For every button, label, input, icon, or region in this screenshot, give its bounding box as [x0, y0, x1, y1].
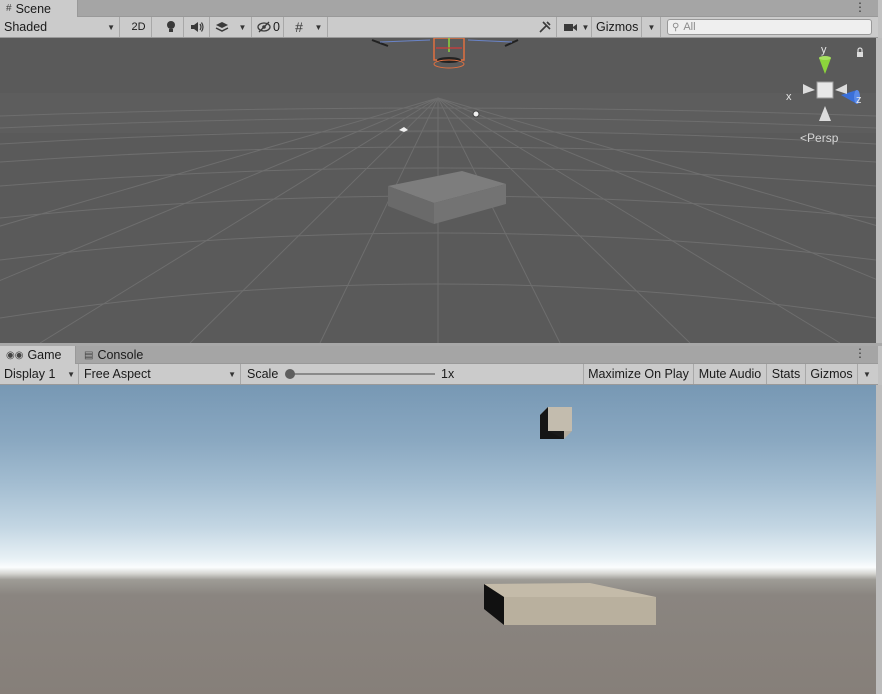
chevron-down-icon: ▼ [581, 22, 590, 32]
chevron-down-icon: ▼ [107, 22, 115, 32]
projection-toggle[interactable]: <Persp [800, 131, 838, 145]
camera-dropdown[interactable]: ▼ [580, 17, 592, 37]
chevron-down-icon: ▼ [238, 22, 247, 32]
game-gizmos-toggle[interactable]: Gizmos [806, 364, 858, 384]
scene-toolbar: Shaded ▼ 2D ▼ 0 # ▼ ▼ Gizmos ▼ ⚲ All [0, 17, 878, 38]
gizmo-y-label: y [821, 44, 827, 56]
speaker-icon [190, 22, 204, 32]
scale-slider-track[interactable] [289, 373, 435, 375]
draw-mode-dropdown[interactable]: Shaded ▼ [0, 17, 120, 37]
tab-console-label: Console [97, 348, 144, 362]
tab-game[interactable]: ◉◉ Game [0, 346, 76, 364]
scale-value: 1x [441, 367, 455, 381]
effects-toggle-button[interactable] [210, 17, 234, 37]
hidden-object-count: 0 [273, 20, 280, 34]
light-gizmo[interactable] [472, 110, 480, 118]
scale-slider-thumb[interactable] [285, 369, 295, 379]
camera-icon [563, 23, 577, 31]
scene-visibility-toggle[interactable]: 0 [254, 17, 284, 37]
gizmo-z-label: z [856, 94, 862, 106]
scene-canvas [0, 38, 876, 343]
gizmo-x-label: x [786, 91, 792, 103]
camera-settings-button[interactable] [559, 17, 581, 37]
chevron-down-icon: ▼ [228, 369, 236, 379]
chevron-down-icon: ▼ [647, 22, 656, 32]
eye-slash-icon [257, 21, 271, 33]
lightbulb-icon [166, 21, 175, 32]
audio-toggle-button[interactable] [184, 17, 210, 37]
search-icon: ⚲ [672, 21, 680, 33]
gizmo-center-cube[interactable] [816, 81, 834, 99]
tools-button[interactable] [533, 17, 557, 37]
game-cube [540, 407, 572, 439]
game-gizmos-dropdown[interactable]: ▼ [858, 364, 876, 384]
game-menu-kebab-icon[interactable]: ⋮ [854, 346, 866, 361]
game-toolbar: Display 1 ▼ Free Aspect ▼ Scale 1x Maxim… [0, 364, 878, 385]
draw-mode-label: Shaded [4, 20, 48, 34]
chevron-left-icon: < [800, 131, 808, 145]
chevron-down-icon: ▼ [863, 369, 871, 379]
effects-dropdown[interactable]: ▼ [234, 17, 252, 37]
gizmos-dropdown[interactable]: ▼ [643, 17, 661, 37]
scene-tab-bar: # Scene ⋮ [0, 0, 878, 17]
aspect-dropdown[interactable]: Free Aspect ▼ [80, 364, 241, 384]
grid-toggle-button[interactable]: # [288, 17, 310, 37]
scene-viewport[interactable]: y x z <Persp [0, 38, 876, 343]
x-axis-cone[interactable] [803, 84, 815, 94]
display-dropdown[interactable]: Display 1 ▼ [0, 364, 79, 384]
y-axis-cone[interactable] [819, 58, 831, 74]
orientation-gizmo[interactable] [783, 46, 873, 136]
grid-icon: # [295, 19, 303, 35]
scene-scrollbar[interactable] [876, 38, 882, 343]
game-scrollbar[interactable] [876, 385, 882, 694]
aspect-label: Free Aspect [84, 367, 151, 381]
console-icon: ▤ [84, 349, 94, 361]
chevron-down-icon: ▼ [67, 369, 75, 379]
tab-console[interactable]: ▤ Console [78, 346, 158, 364]
tab-game-label: Game [27, 348, 62, 362]
layers-icon [215, 22, 229, 32]
stats-toggle[interactable]: Stats [767, 364, 806, 384]
tab-scene[interactable]: # Scene [0, 0, 78, 17]
scale-label: Scale [247, 367, 279, 381]
search-placeholder: All [683, 21, 696, 33]
chevron-down-icon: ▼ [314, 22, 323, 32]
wrench-icon [538, 21, 551, 33]
lighting-toggle-button[interactable] [158, 17, 184, 37]
maximize-on-play-toggle[interactable]: Maximize On Play [583, 364, 694, 384]
toggle-2d-button[interactable]: 2D [126, 17, 152, 37]
gamepad-icon: ◉◉ [6, 349, 24, 361]
lock-icon[interactable] [857, 47, 863, 52]
gizmos-button[interactable]: Gizmos [594, 17, 642, 37]
scene-menu-kebab-icon[interactable]: ⋮ [854, 0, 866, 15]
game-canvas [484, 407, 656, 625]
game-platform [484, 583, 656, 625]
hash-icon: # [6, 3, 12, 14]
game-viewport[interactable] [0, 385, 876, 694]
grid-dropdown[interactable]: ▼ [310, 17, 328, 37]
tab-scene-label: Scene [15, 1, 52, 16]
scene-search-input[interactable]: ⚲ All [667, 19, 872, 35]
projection-label: Persp [807, 131, 839, 145]
display-label: Display 1 [4, 367, 56, 381]
game-tab-bar: ◉◉ Game ▤ Console ⋮ [0, 346, 878, 364]
mute-audio-toggle[interactable]: Mute Audio [694, 364, 767, 384]
